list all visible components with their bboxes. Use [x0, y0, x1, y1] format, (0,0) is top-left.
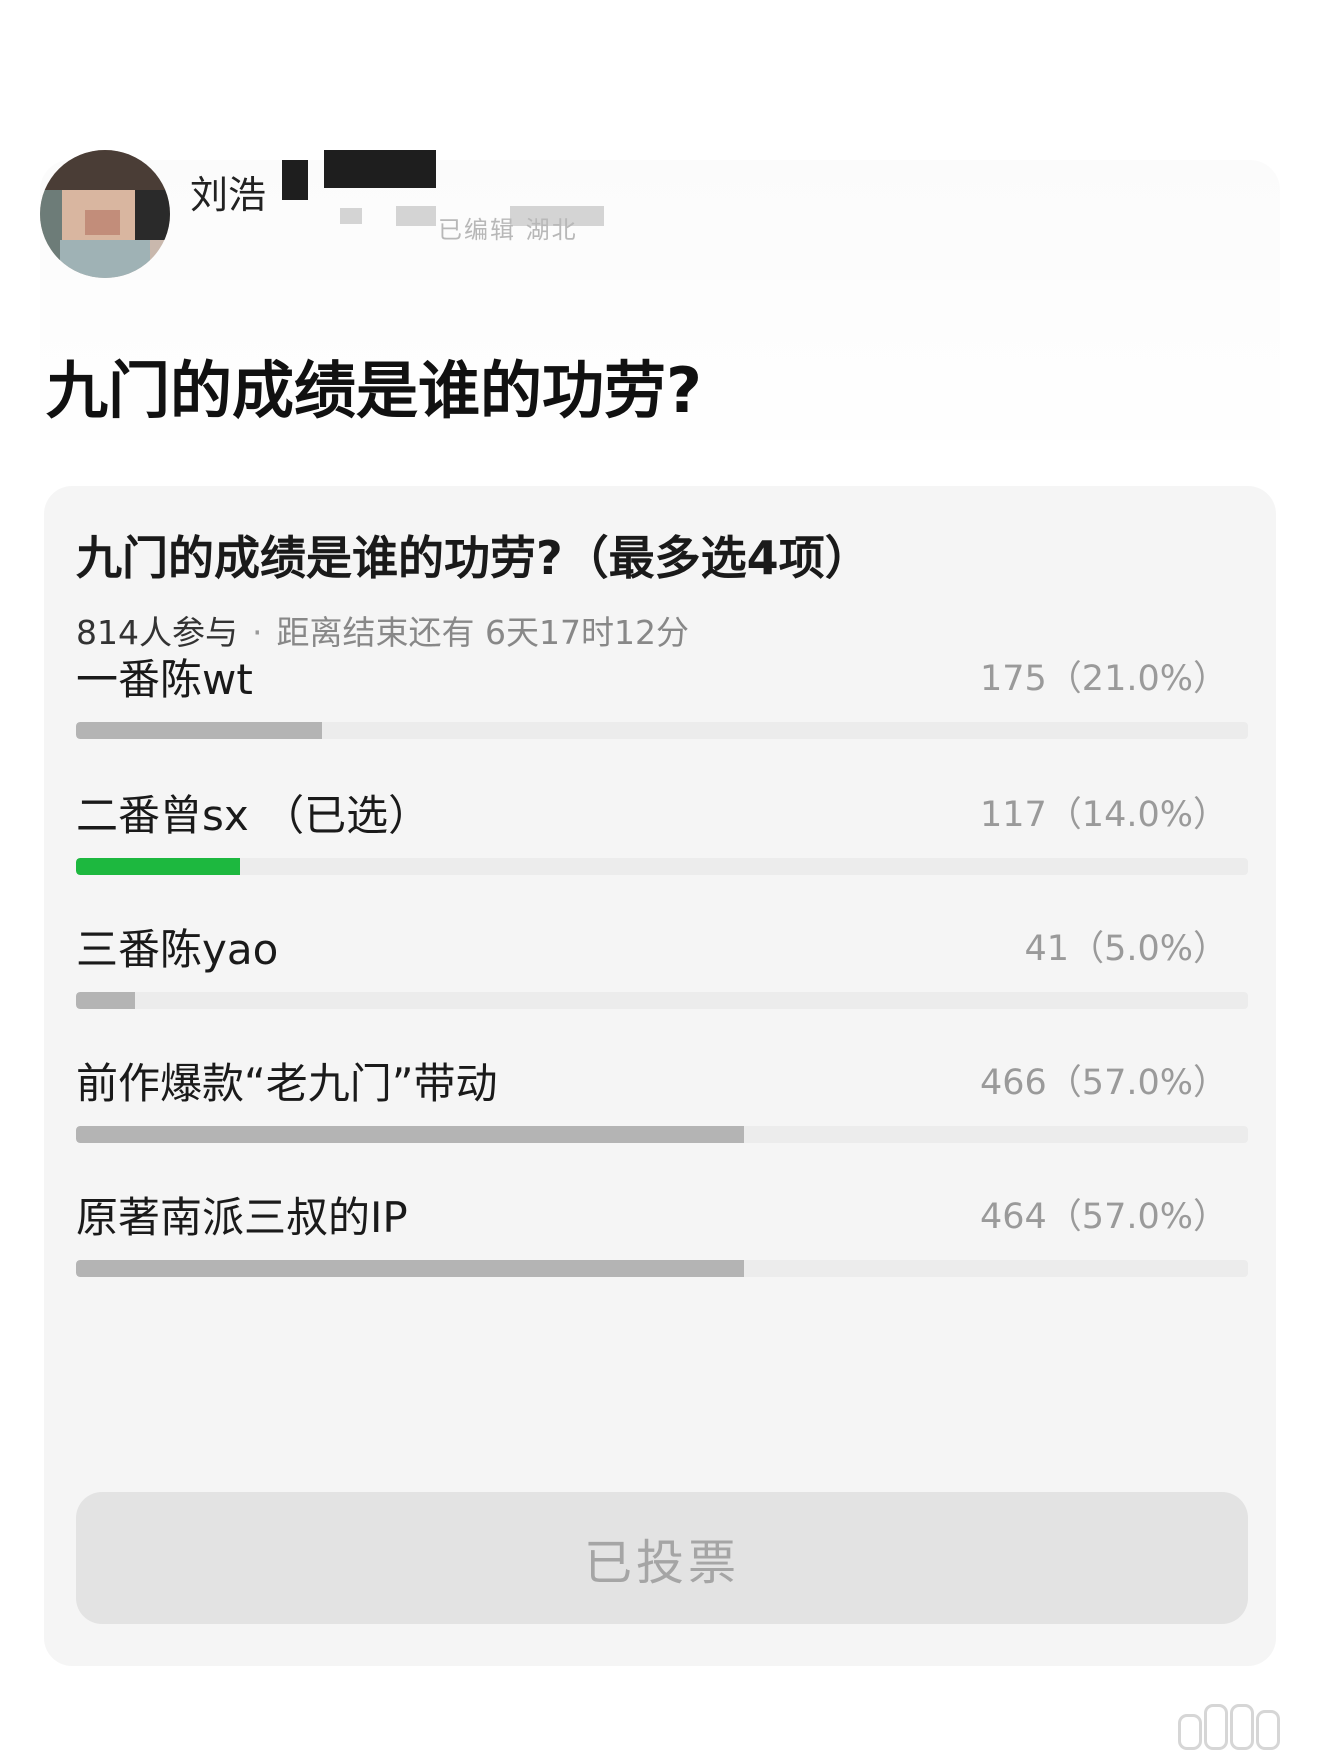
poll-option[interactable]: 三番陈yao 41（5.0%）: [76, 916, 1248, 1066]
meta-redaction-2: [396, 206, 436, 226]
voted-button[interactable]: 已投票: [76, 1492, 1248, 1624]
option-label: 原著南派三叔的IP: [76, 1193, 408, 1242]
option-progress-track: [76, 1260, 1248, 1277]
option-count: 464（57.0%）: [980, 1197, 1228, 1237]
avatar-hair-pixel: [40, 150, 170, 190]
watermark-bar: [1178, 1714, 1202, 1750]
author-name[interactable]: 刘浩: [190, 164, 266, 219]
option-progress-fill: [76, 722, 323, 739]
avatar-mouth-pixel: [85, 210, 120, 235]
watermark-logo: [1164, 1696, 1314, 1756]
avatar-shirt-pixel: [60, 240, 150, 278]
option-label: 二番曾sx （已选）: [76, 791, 431, 840]
poll-option[interactable]: 一番陈wt 175（21.0%）: [76, 646, 1248, 796]
option-label: 一番陈wt: [76, 655, 253, 704]
option-count: 117（14.0%）: [980, 795, 1228, 835]
poll-title: 九门的成绩是谁的功劳?（最多选4项）: [76, 531, 871, 585]
option-count: 41（5.0%）: [1024, 929, 1228, 969]
option-progress-track: [76, 992, 1248, 1009]
option-progress-track: [76, 858, 1248, 875]
author-name-redaction: [282, 160, 308, 200]
option-progress-fill: [76, 992, 135, 1009]
post-title: 九门的成绩是谁的功劳?: [46, 354, 702, 427]
option-count: 175（21.0%）: [980, 659, 1228, 699]
watermark-bar: [1230, 1704, 1254, 1750]
watermark-bar: [1256, 1710, 1280, 1750]
option-progress-fill: [76, 1260, 745, 1277]
watermark-bar: [1204, 1704, 1228, 1750]
meta-redaction-1: [340, 208, 362, 224]
option-count: 466（57.0%）: [980, 1063, 1228, 1103]
post-meta: 已编辑 湖北: [438, 216, 578, 244]
option-progress-track: [76, 722, 1248, 739]
avatar-side-pixel: [40, 190, 62, 260]
poll-card: 九门的成绩是谁的功劳?（最多选4项） 814人参与 · 距离结束还有 6天17时12…: [44, 486, 1276, 1666]
avatar-hair-side-pixel: [135, 190, 170, 240]
poll-option[interactable]: 前作爆款“老九门”带动 466（57.0%）: [76, 1050, 1248, 1200]
poll-option[interactable]: 原著南派三叔的IP 464（57.0%）: [76, 1184, 1248, 1334]
option-label: 前作爆款“老九门”带动: [76, 1059, 498, 1108]
poll-option[interactable]: 二番曾sx （已选） 117（14.0%）: [76, 782, 1248, 932]
option-progress-fill: [76, 858, 241, 875]
option-progress-track: [76, 1126, 1248, 1143]
avatar[interactable]: [40, 150, 170, 278]
author-badge-redaction: [324, 150, 436, 188]
option-progress-fill: [76, 1126, 745, 1143]
option-label: 三番陈yao: [76, 925, 279, 974]
author-row: 刘浩 已编辑 湖北: [40, 150, 1280, 280]
